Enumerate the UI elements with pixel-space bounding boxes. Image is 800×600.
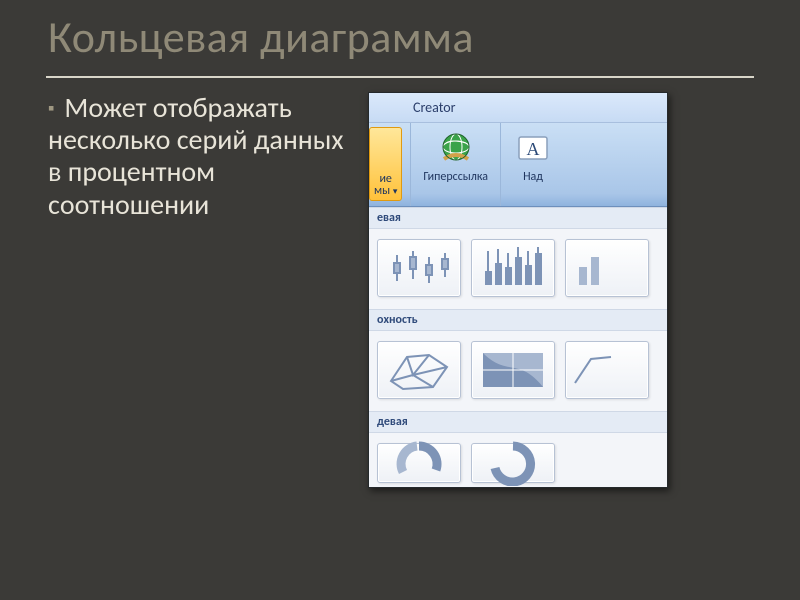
bullet-item: Может отображать несколько серий данных … bbox=[48, 92, 348, 221]
chart-thumb-stock-3[interactable] bbox=[565, 239, 649, 297]
gallery-section-stock: евая bbox=[369, 207, 667, 229]
ribbon-title-bar: Creator bbox=[369, 93, 667, 123]
ribbon: ие мы ▾ Гиперссылка bbox=[369, 123, 667, 207]
svg-text:A: A bbox=[527, 139, 540, 159]
doughnut-2-icon bbox=[477, 440, 549, 486]
textbox-icon: A bbox=[513, 129, 553, 169]
chart-dropdown-button[interactable]: ие мы ▾ bbox=[369, 127, 402, 201]
chart-thumb-stock-2[interactable] bbox=[471, 239, 555, 297]
gallery-section-doughnut: девая bbox=[369, 411, 667, 433]
app-header-label: Creator bbox=[413, 99, 456, 116]
bullet-list: Может отображать несколько серий данных … bbox=[48, 92, 348, 488]
ribbon-group-chart: ие мы ▾ bbox=[369, 123, 411, 206]
slide: Кольцевая диаграмма Может отображать нес… bbox=[42, 6, 758, 562]
chart-thumb-surface-3[interactable] bbox=[565, 341, 649, 399]
gallery-section-surface: охность bbox=[369, 309, 667, 331]
ribbon-group-links: Гиперссылка bbox=[411, 123, 501, 206]
textbox-button[interactable]: A Над bbox=[509, 127, 557, 186]
chart-gallery: евая bbox=[369, 207, 667, 487]
surface-3d-icon bbox=[383, 347, 455, 393]
gallery-row-stock bbox=[369, 229, 667, 309]
globe-icon bbox=[436, 129, 476, 169]
surface-3-icon bbox=[571, 347, 643, 393]
gallery-row-doughnut bbox=[369, 433, 667, 487]
gallery-row-surface bbox=[369, 331, 667, 411]
chart-thumb-doughnut-2[interactable] bbox=[471, 443, 555, 483]
chart-thumb-stock-1[interactable] bbox=[377, 239, 461, 297]
surface-contour-icon bbox=[477, 347, 549, 393]
divider bbox=[46, 76, 754, 78]
chevron-down-icon: ▾ bbox=[393, 186, 398, 197]
stock-chart-icon bbox=[383, 245, 455, 291]
ribbon-group-text: A Над bbox=[501, 123, 565, 206]
stock-chart-3-icon bbox=[571, 245, 643, 291]
doughnut-icon bbox=[383, 440, 455, 486]
office-screenshot: Creator ие мы ▾ bbox=[368, 92, 668, 488]
slide-content: Может отображать несколько серий данных … bbox=[42, 92, 758, 488]
chart-thumb-surface-1[interactable] bbox=[377, 341, 461, 399]
slide-title: Кольцевая диаграмма bbox=[42, 6, 758, 76]
hyperlink-button[interactable]: Гиперссылка bbox=[419, 127, 492, 186]
chart-thumb-surface-2[interactable] bbox=[471, 341, 555, 399]
stock-bar-chart-icon bbox=[477, 245, 549, 291]
chart-thumb-doughnut-1[interactable] bbox=[377, 443, 461, 483]
